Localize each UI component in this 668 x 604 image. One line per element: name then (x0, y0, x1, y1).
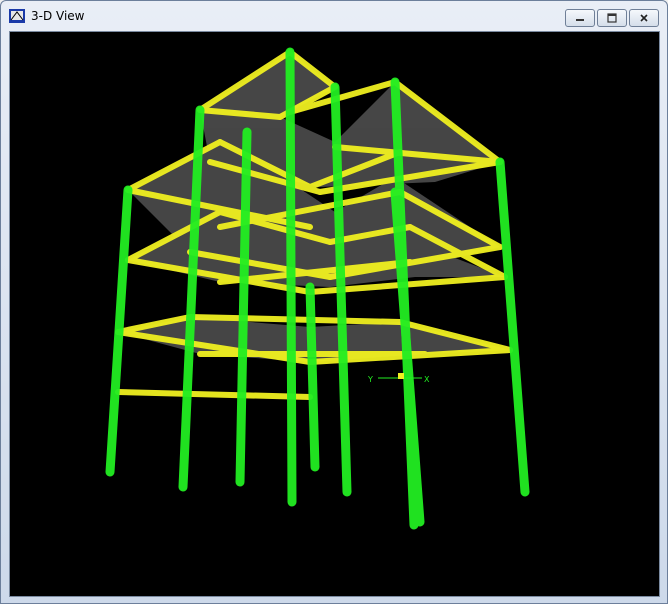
axis-origin (398, 373, 404, 379)
maximize-icon (607, 13, 617, 23)
structure-render[interactable]: Y X (10, 32, 660, 597)
window-controls (565, 9, 659, 27)
column (285, 47, 297, 507)
app-icon (9, 9, 25, 23)
beam (115, 389, 313, 400)
minimize-icon (576, 19, 584, 21)
column (495, 157, 530, 497)
axis-y-label: Y (367, 375, 373, 384)
window-title: 3-D View (31, 9, 85, 23)
maximize-button[interactable] (597, 9, 627, 27)
titlebar[interactable]: 3-D View (1, 1, 667, 31)
column (305, 282, 320, 472)
minimize-button[interactable] (565, 9, 595, 27)
axis-x-label: X (424, 375, 430, 384)
axis-indicator: Y X (367, 373, 430, 384)
3d-viewport[interactable]: Y X (9, 31, 660, 597)
close-icon (640, 14, 648, 22)
window-frame: 3-D View Y X (0, 0, 668, 604)
close-button[interactable] (629, 9, 659, 27)
